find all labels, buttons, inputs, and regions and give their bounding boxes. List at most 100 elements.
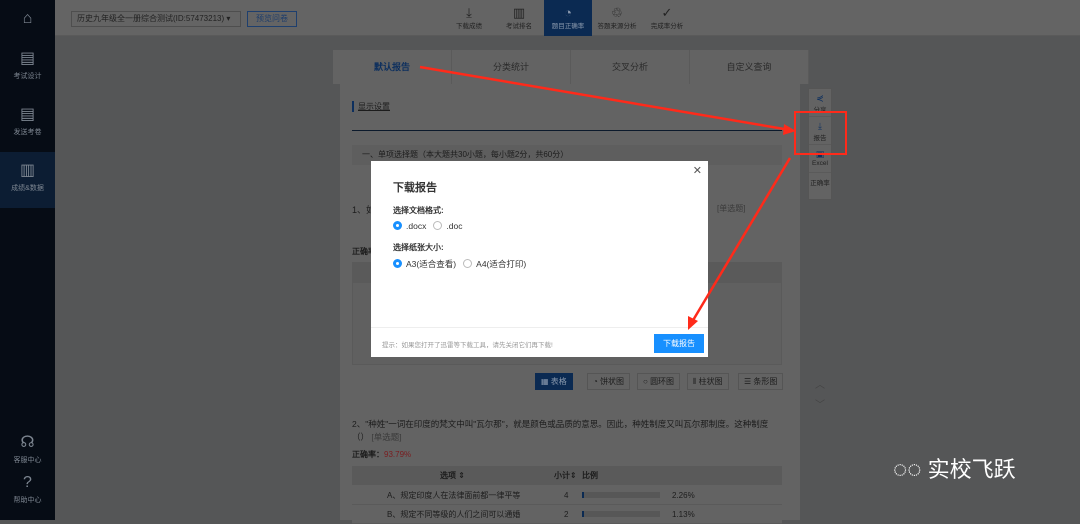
q2-accuracy-value: 93.79% bbox=[384, 450, 412, 459]
chart-type-bar[interactable]: ☰ 条形图 bbox=[738, 373, 784, 390]
radio-checked[interactable] bbox=[393, 221, 402, 230]
ranking-icon: ▥ bbox=[512, 5, 526, 20]
row-pct: 1.13% bbox=[672, 510, 695, 519]
radio-unchecked[interactable] bbox=[433, 221, 443, 230]
donut-icon: ○ bbox=[643, 377, 651, 386]
radio-label: A3(适合查看) bbox=[406, 259, 457, 269]
ratio-bar bbox=[582, 511, 660, 517]
chart-type-pie[interactable]: ◔ 饼状图 bbox=[587, 373, 631, 390]
sidebar-item-send[interactable]: ▤ 发送考卷 bbox=[0, 104, 55, 149]
radio-unchecked[interactable] bbox=[463, 259, 473, 268]
toolbar-label: 分享 bbox=[813, 107, 827, 114]
chevron-up-icon[interactable]: ︿ bbox=[812, 376, 828, 396]
q2-text: 2、"种姓"一词在印度的梵文中叫"瓦尔那"，就是颜色或品质的意思。因此，种姓制度… bbox=[352, 418, 777, 444]
tab-default-report[interactable]: 默认报告 bbox=[333, 50, 452, 84]
preview-button[interactable]: 预览问卷 bbox=[247, 11, 297, 27]
download-icon: ⤓ bbox=[818, 121, 822, 131]
close-icon[interactable]: ✕ bbox=[693, 164, 702, 177]
sidebar-label: 发送考卷 bbox=[13, 129, 42, 136]
tool-label: 考试排名 bbox=[506, 23, 532, 30]
chart-btn-label: 饼状图 bbox=[600, 377, 625, 386]
ratio-bar bbox=[582, 492, 660, 498]
download-report-modal: ✕ 下载报告 选择文档格式: .docx .doc 选择纸张大小: A3(适合查… bbox=[371, 161, 708, 357]
row-option: A、规定印度人在法律面前都一律平等 bbox=[387, 491, 521, 500]
sidebar-label: 客服中心 bbox=[13, 457, 42, 464]
header-count[interactable]: 小计⇕ bbox=[554, 466, 577, 485]
chart-type-column[interactable]: ⫴ 柱状图 bbox=[687, 373, 729, 390]
scroll-arrows[interactable]: ︿ ﹀ bbox=[812, 376, 828, 416]
tab-cross[interactable]: 交叉分析 bbox=[571, 50, 690, 84]
source-icon: ♲ bbox=[611, 5, 623, 20]
headset-icon: ☊ bbox=[20, 434, 35, 451]
exam-select-value: 历史九年级全一册综合测试(ID:57473213) bbox=[77, 14, 225, 23]
chart-document-icon: ▥ bbox=[19, 162, 36, 179]
tab-category[interactable]: 分类统计 bbox=[452, 50, 571, 84]
tool-source[interactable]: ♲ 答题来源分析 bbox=[593, 0, 641, 36]
tool-label: 下载成绩 bbox=[456, 23, 482, 30]
pie-icon: ◔ bbox=[593, 377, 601, 386]
toolbar-label: 报告 bbox=[813, 135, 827, 142]
q2-type: [单选题] bbox=[371, 432, 402, 442]
sidebar-item-exam-design[interactable]: ▤ 考试设计 bbox=[0, 48, 55, 93]
sidebar-item-help[interactable]: ? 帮助中心 bbox=[0, 474, 55, 505]
check-circle-icon: ✓ bbox=[661, 5, 673, 20]
chart-type-table[interactable]: ▦ 表格 bbox=[535, 373, 573, 390]
tab-custom[interactable]: 自定义查询 bbox=[690, 50, 809, 84]
document-edit-icon: ▤ bbox=[19, 50, 36, 67]
display-settings-link[interactable]: 显示设置 bbox=[352, 101, 390, 112]
bar-chart-icon: ☰ bbox=[744, 377, 754, 386]
download-icon: ⤓ bbox=[466, 5, 472, 20]
radio-a4[interactable]: A4(适合打印) bbox=[463, 259, 526, 269]
chart-btn-label: 条形图 bbox=[753, 377, 778, 386]
sidebar: ⌂ ▤ 考试设计 ▤ 发送考卷 ▥ 成绩&数据 ☊ 客服中心 ? 帮助中心 bbox=[0, 0, 55, 520]
accuracy-button[interactable]: 正确率 bbox=[809, 173, 831, 201]
table-icon: ▦ bbox=[541, 377, 551, 386]
sidebar-home[interactable]: ⌂ bbox=[0, 10, 55, 31]
report-tabs: 默认报告 分类统计 交叉分析 自定义查询 bbox=[333, 50, 809, 84]
header-option[interactable]: 选项 ⇕ bbox=[440, 466, 465, 485]
report-button[interactable]: ⤓ 报告 bbox=[809, 117, 831, 145]
sidebar-item-support[interactable]: ☊ 客服中心 bbox=[0, 432, 55, 465]
right-toolbar: ⋞ 分享 ⤓ 报告 ▣ Excel 正确率 bbox=[808, 88, 832, 200]
tool-accuracy[interactable]: ◔ 题目正确率 bbox=[544, 0, 592, 36]
chevron-down-icon[interactable]: ﹀ bbox=[812, 396, 828, 416]
top-bar: 历史九年级全一册综合测试(ID:57473213) ▾ 预览问卷 ⤓ 下载成绩 ▥… bbox=[55, 0, 1080, 36]
radio-label: .docx bbox=[406, 221, 427, 231]
ratio-fill bbox=[582, 492, 584, 498]
chart-type-donut[interactable]: ○ 圆环图 bbox=[637, 373, 681, 390]
radio-checked[interactable] bbox=[393, 259, 402, 268]
paper-options: A3(适合查看) A4(适合打印) bbox=[393, 258, 526, 270]
exam-select[interactable]: 历史九年级全一册综合测试(ID:57473213) ▾ bbox=[71, 11, 241, 27]
tool-ranking[interactable]: ▥ 考试排名 bbox=[495, 0, 543, 36]
row-count: 2 bbox=[564, 510, 569, 519]
radio-label: A4(适合打印) bbox=[476, 259, 527, 269]
sidebar-label: 成绩&数据 bbox=[11, 185, 44, 192]
radio-a3[interactable]: A3(适合查看) bbox=[393, 259, 456, 269]
tool-completion[interactable]: ✓ 完成率分析 bbox=[643, 0, 691, 36]
download-report-button[interactable]: 下载报告 bbox=[654, 334, 704, 353]
chart-btn-label: 圆环图 bbox=[650, 377, 675, 386]
tool-label: 答题来源分析 bbox=[597, 23, 637, 30]
share-button[interactable]: ⋞ 分享 bbox=[809, 89, 831, 117]
modal-title: 下载报告 bbox=[393, 182, 437, 194]
q2-stem: 2、"种姓"一词在印度的梵文中叫"瓦尔那"，就是颜色或品质的意思。因此，种姓制度… bbox=[352, 419, 769, 442]
table-row: B、规定不同等级的人们之间可以通婚 2 1.13% bbox=[352, 505, 782, 524]
chart-btn-label: 柱状图 bbox=[698, 377, 723, 386]
modal-footer: 提示：如果您打开了迅雷等下载工具，请先关闭它们再下载! 下载报告 bbox=[371, 327, 708, 357]
excel-icon: ▣ bbox=[815, 149, 825, 159]
q2-accuracy-label: 正确率： bbox=[352, 450, 384, 459]
document-send-icon: ▤ bbox=[19, 106, 36, 123]
row-count: 4 bbox=[564, 491, 569, 500]
sidebar-item-scores[interactable]: ▥ 成绩&数据 bbox=[0, 152, 55, 208]
excel-button[interactable]: ▣ Excel bbox=[809, 145, 831, 173]
home-icon: ⌂ bbox=[22, 10, 33, 27]
share-icon: ⋞ bbox=[816, 93, 824, 103]
watermark-text: 实校飞跃 bbox=[927, 457, 1016, 482]
radio-label: .doc bbox=[446, 221, 463, 231]
format-label: 选择文档格式: bbox=[393, 206, 444, 215]
paper-label: 选择纸张大小: bbox=[393, 243, 444, 252]
toolbar-label: 正确率 bbox=[810, 180, 830, 187]
radio-doc[interactable]: .doc bbox=[433, 221, 463, 231]
tool-download-scores[interactable]: ⤓ 下载成绩 bbox=[445, 0, 493, 36]
radio-docx[interactable]: .docx bbox=[393, 221, 426, 231]
